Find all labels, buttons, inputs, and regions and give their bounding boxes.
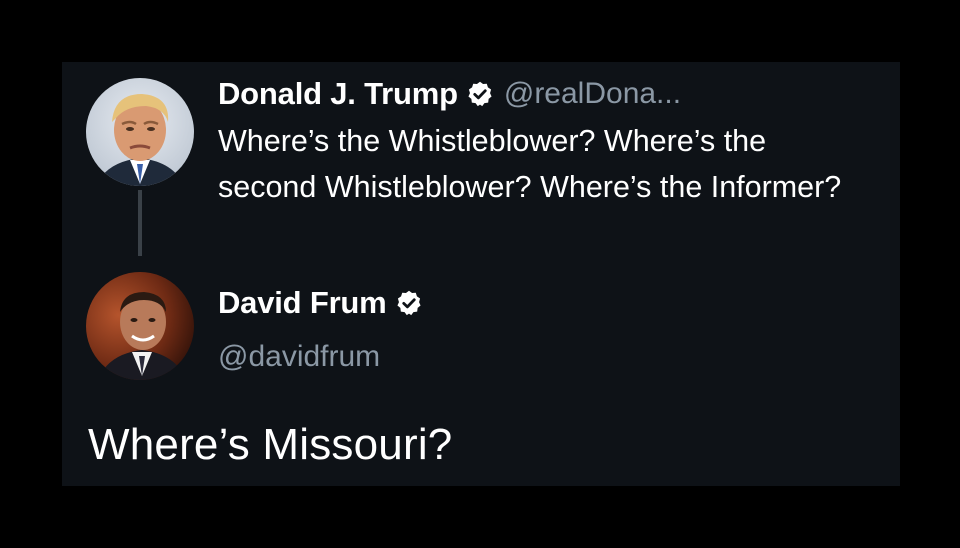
avatar-photo-icon [86, 78, 194, 186]
parent-handle[interactable]: @realDona... [504, 77, 681, 111]
reply-tweet-header: David Frum [218, 285, 423, 321]
verified-badge-icon [395, 289, 423, 317]
reply-display-name[interactable]: David Frum [218, 285, 387, 321]
parent-tweet-header: Donald J. Trump @realDona... [218, 76, 681, 112]
verified-badge-icon [466, 80, 494, 108]
parent-display-name[interactable]: Donald J. Trump [218, 76, 458, 112]
avatar-photo-icon [86, 272, 194, 380]
thread-connector-line [138, 190, 142, 256]
parent-tweet-text: Where’s the Whistleblower? Where’s the s… [218, 124, 842, 204]
avatar-frum[interactable] [86, 272, 194, 380]
screenshot-frame: Donald J. Trump @realDona... Where’s the… [0, 0, 960, 548]
reply-tweet-text: Where’s Missouri? [88, 420, 453, 469]
reply-handle[interactable]: @davidfrum [218, 340, 380, 374]
avatar-trump[interactable] [86, 78, 194, 186]
